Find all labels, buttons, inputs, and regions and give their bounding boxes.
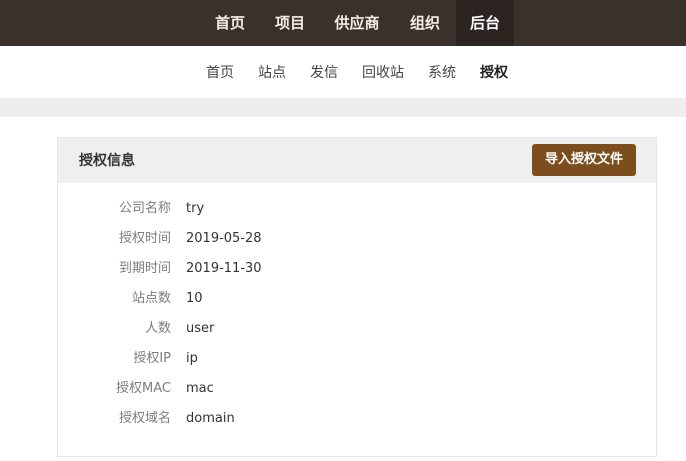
field-label: 站点数: [131, 291, 171, 306]
top-nav-item-suppliers[interactable]: 供应商: [322, 0, 392, 46]
top-nav-item-home[interactable]: 首页: [201, 0, 259, 46]
field-label: 到期时间: [118, 261, 171, 276]
sub-nav-item-recycle-bin[interactable]: 回收站: [362, 46, 404, 98]
divider-band: [0, 98, 686, 117]
field-label: 授权域名: [118, 411, 171, 426]
top-nav: 首页 项目 供应商 组织 后台: [0, 0, 686, 46]
field-label: 公司名称: [118, 201, 171, 216]
field-row-license-mac: 授权MAC mac: [58, 374, 656, 404]
field-value: domain: [186, 411, 235, 426]
sub-nav-item-system[interactable]: 系统: [428, 46, 456, 98]
top-nav-item-admin[interactable]: 后台: [456, 0, 514, 46]
field-row-license-ip: 授权IP ip: [58, 344, 656, 374]
sub-nav-item-home[interactable]: 首页: [206, 46, 234, 98]
top-nav-item-projects[interactable]: 项目: [261, 0, 319, 46]
field-value: 2019-11-30: [186, 261, 262, 276]
field-value: try: [186, 201, 205, 216]
panel-title: 授权信息: [79, 153, 135, 169]
license-info-panel: 授权信息 导入授权文件 公司名称 try 授权时间 2019-05-28 到期时…: [57, 137, 657, 457]
field-value: ip: [186, 351, 198, 366]
sub-nav-item-license[interactable]: 授权: [480, 46, 508, 98]
panel-header: 授权信息 导入授权文件: [58, 138, 656, 183]
sub-nav-item-send[interactable]: 发信: [310, 46, 338, 98]
import-license-button[interactable]: 导入授权文件: [532, 144, 636, 176]
field-row-site-count: 站点数 10: [58, 284, 656, 314]
field-value: mac: [186, 381, 214, 396]
top-nav-item-organization[interactable]: 组织: [396, 0, 454, 46]
field-label: 授权IP: [133, 351, 171, 366]
field-row-expiry-date: 到期时间 2019-11-30: [58, 254, 656, 284]
field-label: 授权时间: [118, 231, 171, 246]
sub-nav: 首页 站点 发信 回收站 系统 授权: [0, 46, 686, 98]
field-row-license-date: 授权时间 2019-05-28: [58, 224, 656, 254]
field-row-license-domain: 授权域名 domain: [58, 404, 656, 434]
field-value: user: [186, 321, 215, 336]
field-value: 2019-05-28: [186, 231, 262, 246]
field-row-user-count: 人数 user: [58, 314, 656, 344]
field-label: 授权MAC: [116, 381, 171, 396]
field-label: 人数: [144, 321, 171, 336]
sub-nav-item-sites[interactable]: 站点: [258, 46, 286, 98]
field-value: 10: [186, 291, 203, 306]
field-row-company: 公司名称 try: [58, 194, 656, 224]
